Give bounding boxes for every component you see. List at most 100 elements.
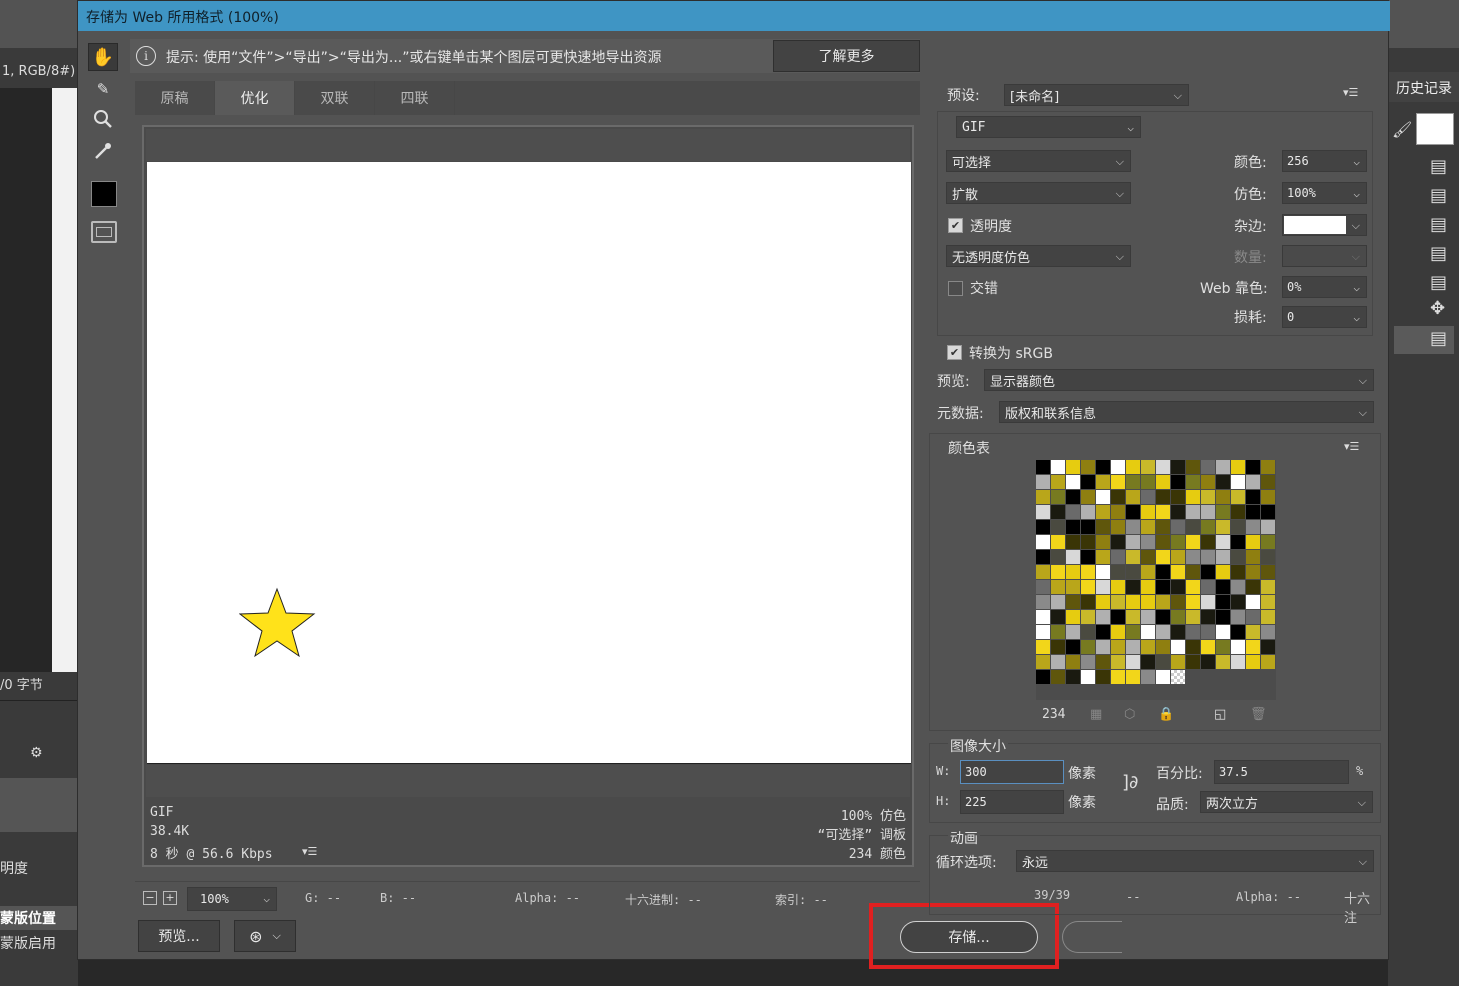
color-swatch[interactable] bbox=[1201, 520, 1215, 534]
height-field[interactable]: 225 bbox=[960, 790, 1064, 814]
color-swatch[interactable] bbox=[1141, 610, 1155, 624]
color-swatch[interactable] bbox=[1216, 520, 1230, 534]
color-swatch[interactable] bbox=[1186, 670, 1200, 684]
color-swatch[interactable] bbox=[1231, 670, 1245, 684]
color-swatch[interactable] bbox=[1126, 565, 1140, 579]
eyedropper-tool-icon[interactable] bbox=[88, 137, 118, 165]
color-swatch[interactable] bbox=[1261, 490, 1275, 504]
color-swatch[interactable] bbox=[1066, 505, 1080, 519]
color-swatch[interactable] bbox=[1081, 550, 1095, 564]
color-swatch[interactable] bbox=[1081, 520, 1095, 534]
color-swatch[interactable] bbox=[1066, 655, 1080, 669]
color-swatch[interactable] bbox=[1036, 640, 1050, 654]
color-swatch[interactable] bbox=[1261, 520, 1275, 534]
color-swatch[interactable] bbox=[1246, 550, 1260, 564]
color-swatch[interactable] bbox=[1111, 625, 1125, 639]
cancel-button-partial[interactable] bbox=[1062, 921, 1122, 953]
color-swatch[interactable] bbox=[1216, 640, 1230, 654]
slice-select-tool-icon[interactable]: ✎ bbox=[88, 75, 118, 103]
color-swatch[interactable] bbox=[1126, 655, 1140, 669]
color-swatch[interactable] bbox=[1186, 460, 1200, 474]
color-swatch[interactable] bbox=[1156, 490, 1170, 504]
color-swatch[interactable] bbox=[1111, 595, 1125, 609]
convert-srgb-checkbox[interactable]: ✔ bbox=[947, 345, 962, 360]
color-swatch[interactable] bbox=[1111, 565, 1125, 579]
new-color-icon[interactable]: ◱ bbox=[1214, 707, 1226, 722]
width-field[interactable]: 300 bbox=[960, 760, 1064, 784]
color-swatch[interactable] bbox=[1261, 655, 1275, 669]
color-swatch[interactable] bbox=[1141, 550, 1155, 564]
color-swatch[interactable] bbox=[1096, 670, 1110, 684]
color-swatch[interactable] bbox=[1096, 475, 1110, 489]
color-swatch[interactable] bbox=[1126, 490, 1140, 504]
color-swatch[interactable] bbox=[1051, 520, 1065, 534]
color-swatch[interactable] bbox=[1261, 580, 1275, 594]
color-swatch[interactable] bbox=[1231, 535, 1245, 549]
color-swatch[interactable] bbox=[1066, 670, 1080, 684]
color-swatch[interactable] bbox=[1231, 595, 1245, 609]
metadata-select[interactable]: 版权和联系信息 ⌵ bbox=[999, 401, 1374, 423]
color-swatch[interactable] bbox=[1096, 550, 1110, 564]
color-swatch[interactable] bbox=[1111, 490, 1125, 504]
lock-icon[interactable]: 🔒 bbox=[1158, 707, 1174, 722]
history-snapshot-thumbnail[interactable] bbox=[1416, 113, 1454, 145]
color-swatch[interactable] bbox=[1036, 670, 1050, 684]
color-swatch[interactable] bbox=[1081, 535, 1095, 549]
history-state[interactable]: ▤ bbox=[1394, 154, 1454, 182]
color-swatch[interactable] bbox=[1066, 460, 1080, 474]
color-swatch[interactable] bbox=[1126, 505, 1140, 519]
tab-original[interactable]: 原稿 bbox=[135, 81, 215, 115]
color-swatch[interactable] bbox=[1066, 490, 1080, 504]
color-swatch[interactable] bbox=[1111, 550, 1125, 564]
color-reduction-select[interactable]: 可选择 ⌵ bbox=[946, 150, 1131, 172]
color-swatch[interactable] bbox=[1096, 490, 1110, 504]
history-state[interactable]: ▤ bbox=[1394, 212, 1454, 240]
color-swatch[interactable] bbox=[1231, 490, 1245, 504]
color-swatch[interactable] bbox=[1141, 565, 1155, 579]
color-swatch[interactable] bbox=[1051, 535, 1065, 549]
color-swatch[interactable] bbox=[1051, 685, 1065, 699]
color-swatch[interactable] bbox=[1216, 505, 1230, 519]
color-swatch[interactable] bbox=[1246, 685, 1260, 699]
color-swatch[interactable] bbox=[1261, 550, 1275, 564]
color-swatch[interactable] bbox=[1096, 460, 1110, 474]
color-swatch[interactable] bbox=[1246, 625, 1260, 639]
color-swatch[interactable] bbox=[1141, 655, 1155, 669]
color-swatch[interactable] bbox=[1156, 685, 1170, 699]
color-swatch[interactable] bbox=[1036, 685, 1050, 699]
map-transparent-icon[interactable]: ▦ bbox=[1090, 707, 1102, 722]
tab-optimized[interactable]: 优化 bbox=[215, 81, 295, 115]
color-swatch[interactable] bbox=[1216, 580, 1230, 594]
color-swatch[interactable] bbox=[1171, 565, 1185, 579]
color-swatch[interactable] bbox=[1081, 460, 1095, 474]
zoom-in-icon[interactable]: + bbox=[163, 891, 177, 905]
color-swatch[interactable] bbox=[1156, 475, 1170, 489]
color-swatch[interactable] bbox=[1186, 520, 1200, 534]
color-swatch[interactable] bbox=[1186, 640, 1200, 654]
color-swatch[interactable] bbox=[1261, 610, 1275, 624]
color-swatch[interactable] bbox=[1096, 535, 1110, 549]
color-swatch[interactable] bbox=[1096, 565, 1110, 579]
color-swatch[interactable] bbox=[1246, 580, 1260, 594]
lossy-field[interactable]: 0 ⌵ bbox=[1282, 306, 1367, 328]
color-swatch[interactable] bbox=[1201, 550, 1215, 564]
color-swatch[interactable] bbox=[1111, 520, 1125, 534]
color-swatch[interactable] bbox=[1156, 520, 1170, 534]
color-swatch[interactable] bbox=[1171, 670, 1185, 684]
color-swatch[interactable] bbox=[1246, 535, 1260, 549]
color-swatch[interactable] bbox=[1126, 625, 1140, 639]
color-swatch[interactable] bbox=[1051, 595, 1065, 609]
color-swatch[interactable] bbox=[1261, 640, 1275, 654]
color-swatch[interactable] bbox=[1081, 685, 1095, 699]
matte-select[interactable]: ⌵ bbox=[1282, 214, 1367, 236]
color-swatch[interactable] bbox=[1141, 520, 1155, 534]
color-swatch[interactable] bbox=[1156, 505, 1170, 519]
color-swatch[interactable] bbox=[1126, 550, 1140, 564]
color-swatch[interactable] bbox=[1066, 610, 1080, 624]
color-swatch[interactable] bbox=[1201, 595, 1215, 609]
color-swatch[interactable] bbox=[1186, 475, 1200, 489]
color-swatch[interactable] bbox=[1201, 505, 1215, 519]
eyedropper-color-swatch[interactable] bbox=[91, 181, 117, 207]
color-swatch[interactable] bbox=[1171, 595, 1185, 609]
color-swatch[interactable] bbox=[1171, 505, 1185, 519]
